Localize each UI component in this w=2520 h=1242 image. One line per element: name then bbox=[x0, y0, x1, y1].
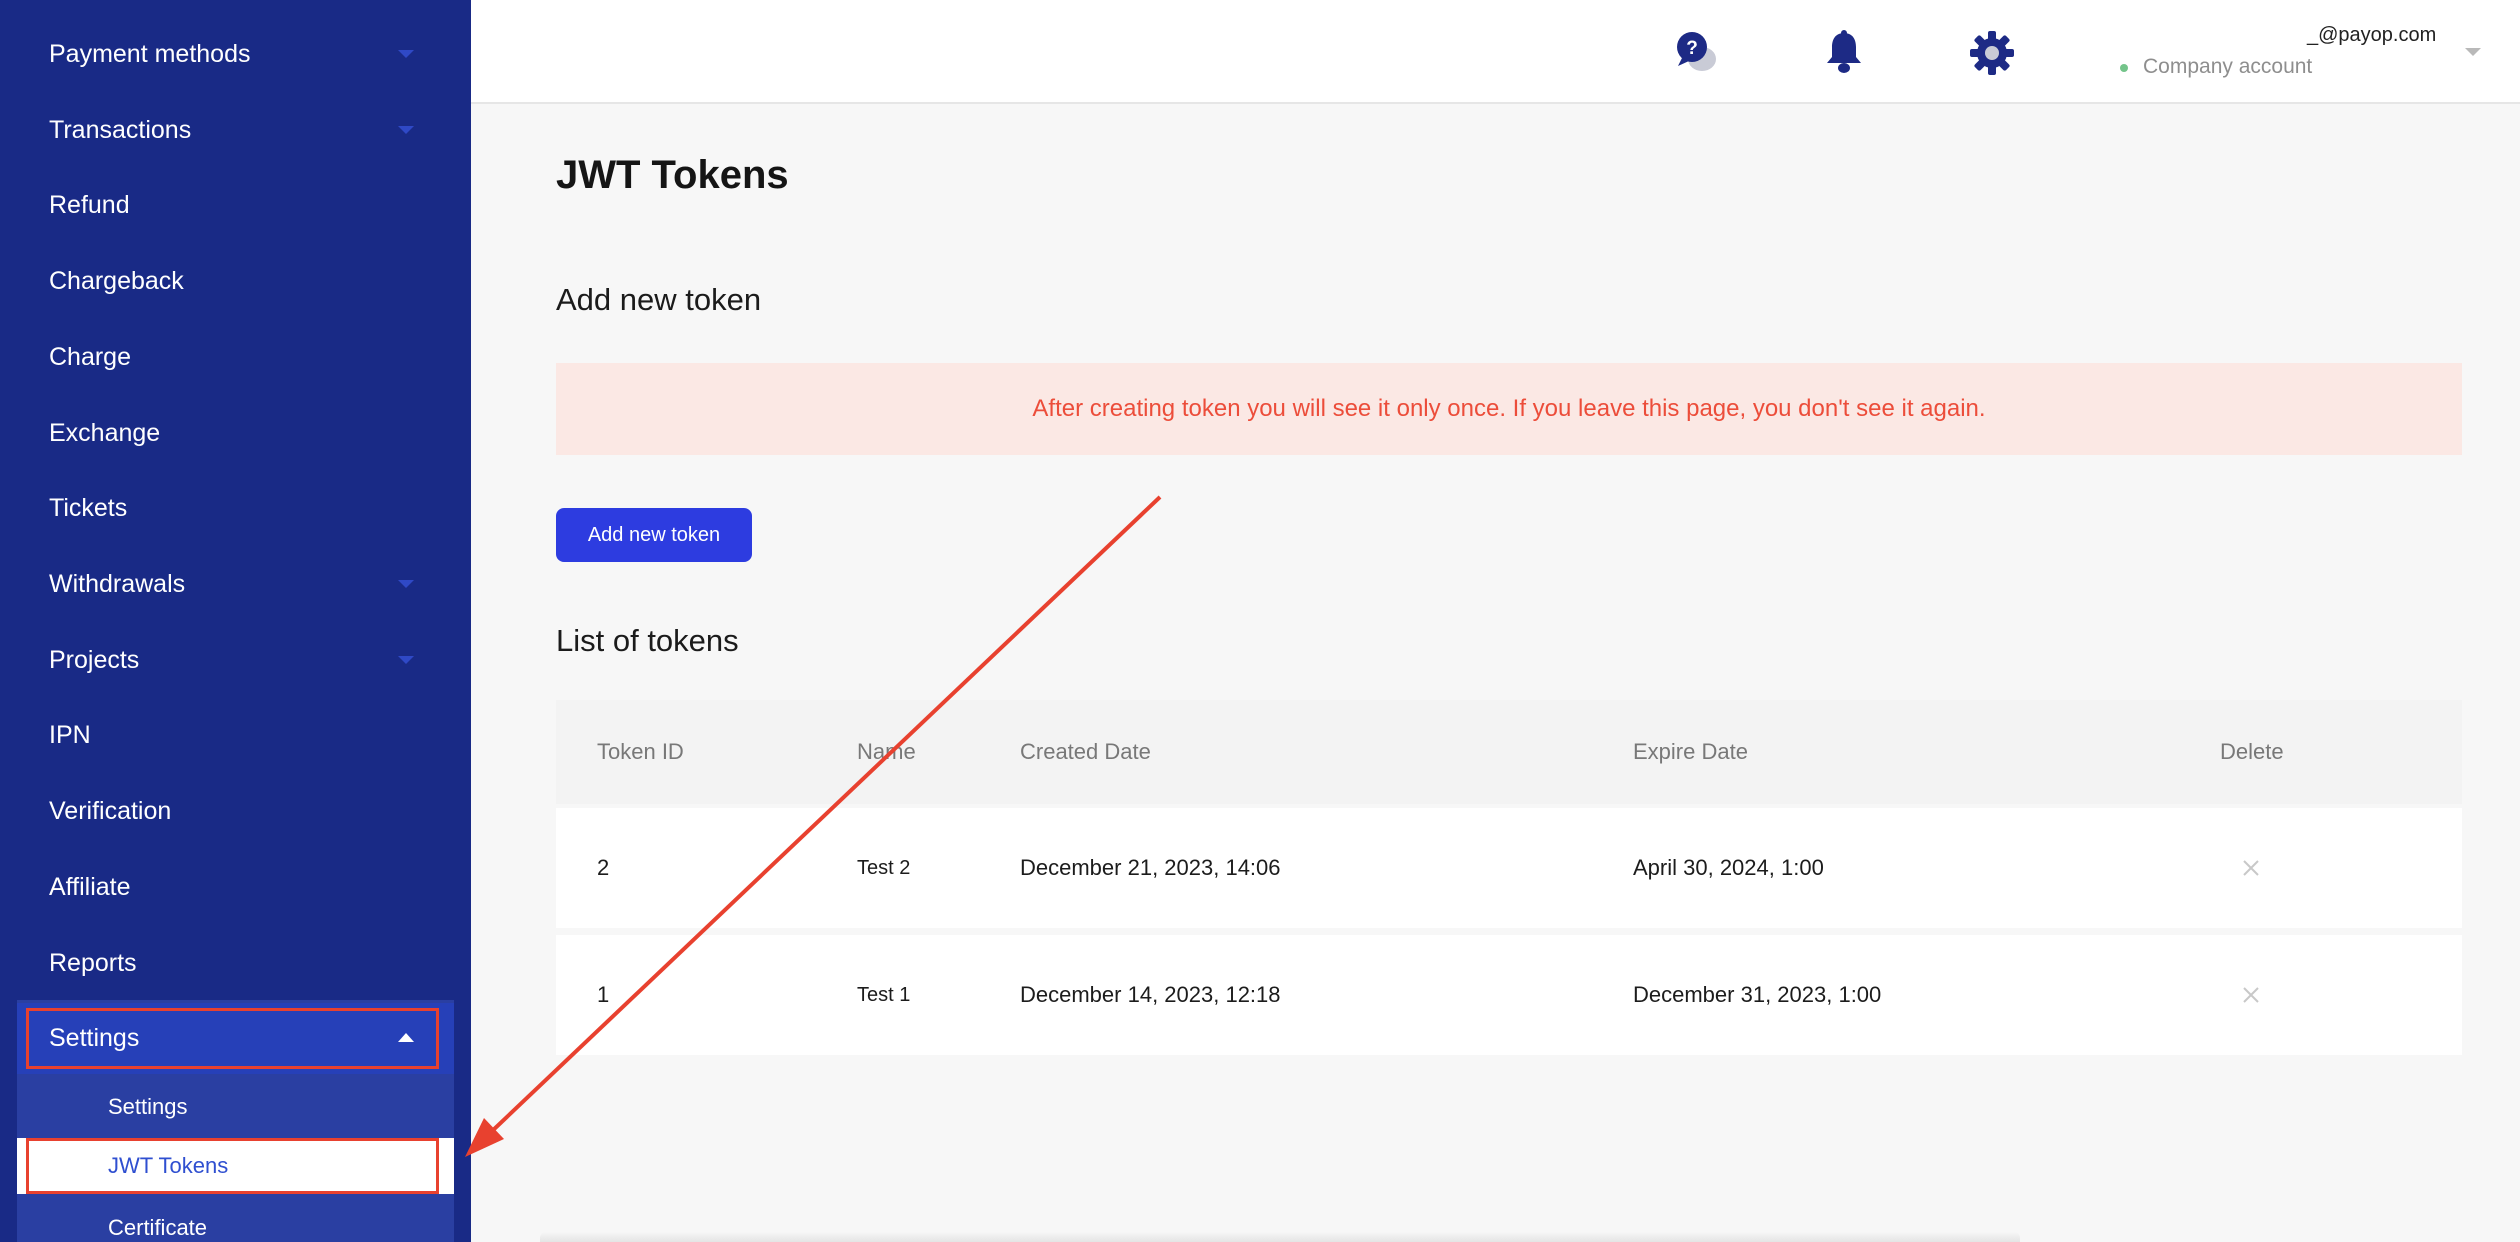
account-type[interactable]: Company account bbox=[2143, 55, 2312, 79]
sidebar-item-label: Settings bbox=[49, 1024, 140, 1052]
card-edge bbox=[540, 1232, 2020, 1242]
sidebar-item-payment-methods[interactable]: Payment methods bbox=[0, 24, 471, 84]
sidebar-item-label: Chargeback bbox=[49, 266, 184, 295]
submenu-item-label: JWT Tokens bbox=[108, 1153, 229, 1178]
sidebar-item-verification[interactable]: Verification bbox=[0, 781, 471, 841]
sidebar-item-label: Affiliate bbox=[49, 872, 131, 901]
chevron-down-icon bbox=[398, 126, 414, 134]
table-row: 2 Test 2 December 21, 2023, 14:06 April … bbox=[556, 808, 2462, 928]
chevron-down-icon bbox=[398, 580, 414, 588]
created-date-cell: December 14, 2023, 12:18 bbox=[1020, 982, 1281, 1007]
gear-icon[interactable] bbox=[1969, 30, 2015, 81]
delete-icon[interactable] bbox=[2239, 856, 2263, 880]
sidebar-item-label: Refund bbox=[49, 190, 130, 219]
submenu-item-label: Certificate bbox=[108, 1215, 208, 1240]
sidebar-item-label: Reports bbox=[49, 948, 137, 977]
column-header-created-date: Created Date bbox=[1020, 739, 1151, 764]
sidebar-item-label: Transactions bbox=[49, 115, 192, 144]
add-new-token-button[interactable]: Add new token bbox=[556, 508, 752, 562]
expire-date-cell: April 30, 2024, 1:00 bbox=[1633, 855, 1824, 880]
created-date-cell: December 21, 2023, 14:06 bbox=[1020, 855, 1281, 880]
column-header-expire-date: Expire Date bbox=[1633, 739, 1748, 764]
top-bar: ? _@payop.com Company account bbox=[471, 0, 2520, 104]
token-name-cell: Test 2 bbox=[857, 856, 911, 879]
column-header-token-id: Token ID bbox=[597, 739, 684, 764]
sidebar-item-transactions[interactable]: Transactions bbox=[0, 100, 471, 160]
sidebar-item-tickets[interactable]: Tickets bbox=[0, 478, 471, 538]
help-chat-icon[interactable]: ? bbox=[1674, 30, 1720, 81]
warning-text: After creating token you will see it onl… bbox=[1032, 395, 1986, 422]
sidebar-item-settings[interactable]: Settings bbox=[17, 1003, 454, 1074]
warning-banner: After creating token you will see it onl… bbox=[556, 363, 2462, 455]
sidebar-item-label: Verification bbox=[49, 796, 172, 825]
sidebar-item-label: Exchange bbox=[49, 418, 161, 447]
submenu-item-jwt-tokens[interactable]: JWT Tokens bbox=[17, 1138, 454, 1194]
sidebar-item-reports[interactable]: Reports bbox=[0, 933, 471, 993]
sidebar-item-ipn[interactable]: IPN bbox=[0, 705, 471, 765]
sidebar: Payment methods Transactions Refund Char… bbox=[0, 0, 471, 1242]
svg-text:?: ? bbox=[1686, 38, 1698, 59]
delete-icon[interactable] bbox=[2239, 983, 2263, 1007]
chevron-down-icon bbox=[398, 656, 414, 664]
sidebar-item-label: Payment methods bbox=[49, 39, 251, 68]
expire-date-cell: December 31, 2023, 1:00 bbox=[1633, 982, 1882, 1007]
token-name-cell: Test 1 bbox=[857, 983, 911, 1006]
status-dot bbox=[2120, 64, 2128, 72]
section-title-token-list: List of tokens bbox=[556, 623, 739, 658]
sidebar-item-projects[interactable]: Projects bbox=[0, 630, 471, 690]
table-row: 1 Test 1 December 14, 2023, 12:18 Decemb… bbox=[556, 935, 2462, 1055]
token-id-cell: 2 bbox=[597, 855, 610, 880]
token-id-cell: 1 bbox=[597, 982, 610, 1007]
column-header-name: Name bbox=[857, 739, 916, 764]
sidebar-item-charge[interactable]: Charge bbox=[0, 327, 471, 387]
sidebar-item-label: IPN bbox=[49, 720, 91, 749]
submenu-item-label: Settings bbox=[108, 1094, 188, 1119]
column-header-delete: Delete bbox=[2220, 739, 2284, 764]
submenu-item-settings[interactable]: Settings bbox=[17, 1079, 454, 1135]
page-title: JWT Tokens bbox=[556, 153, 789, 197]
section-title-add-token: Add new token bbox=[556, 282, 762, 317]
sidebar-item-refund[interactable]: Refund bbox=[0, 175, 471, 235]
table-header: Token ID Name Created Date Expire Date D… bbox=[556, 700, 2462, 804]
sidebar-item-label: Projects bbox=[49, 645, 140, 674]
chevron-down-icon[interactable] bbox=[2465, 48, 2481, 56]
sidebar-item-label: Charge bbox=[49, 342, 131, 371]
sidebar-item-affiliate[interactable]: Affiliate bbox=[0, 857, 471, 917]
chevron-down-icon bbox=[398, 50, 414, 58]
sidebar-item-label: Tickets bbox=[49, 493, 128, 522]
sidebar-item-withdrawals[interactable]: Withdrawals bbox=[0, 554, 471, 614]
sidebar-item-exchange[interactable]: Exchange bbox=[0, 403, 471, 463]
submenu-item-certificate[interactable]: Certificate bbox=[17, 1200, 454, 1242]
bell-icon[interactable] bbox=[1823, 30, 1865, 79]
sidebar-item-chargeback[interactable]: Chargeback bbox=[0, 251, 471, 311]
sidebar-item-label: Withdrawals bbox=[49, 569, 186, 598]
chevron-up-icon bbox=[398, 1033, 414, 1042]
account-email[interactable]: _@payop.com bbox=[2307, 24, 2436, 47]
